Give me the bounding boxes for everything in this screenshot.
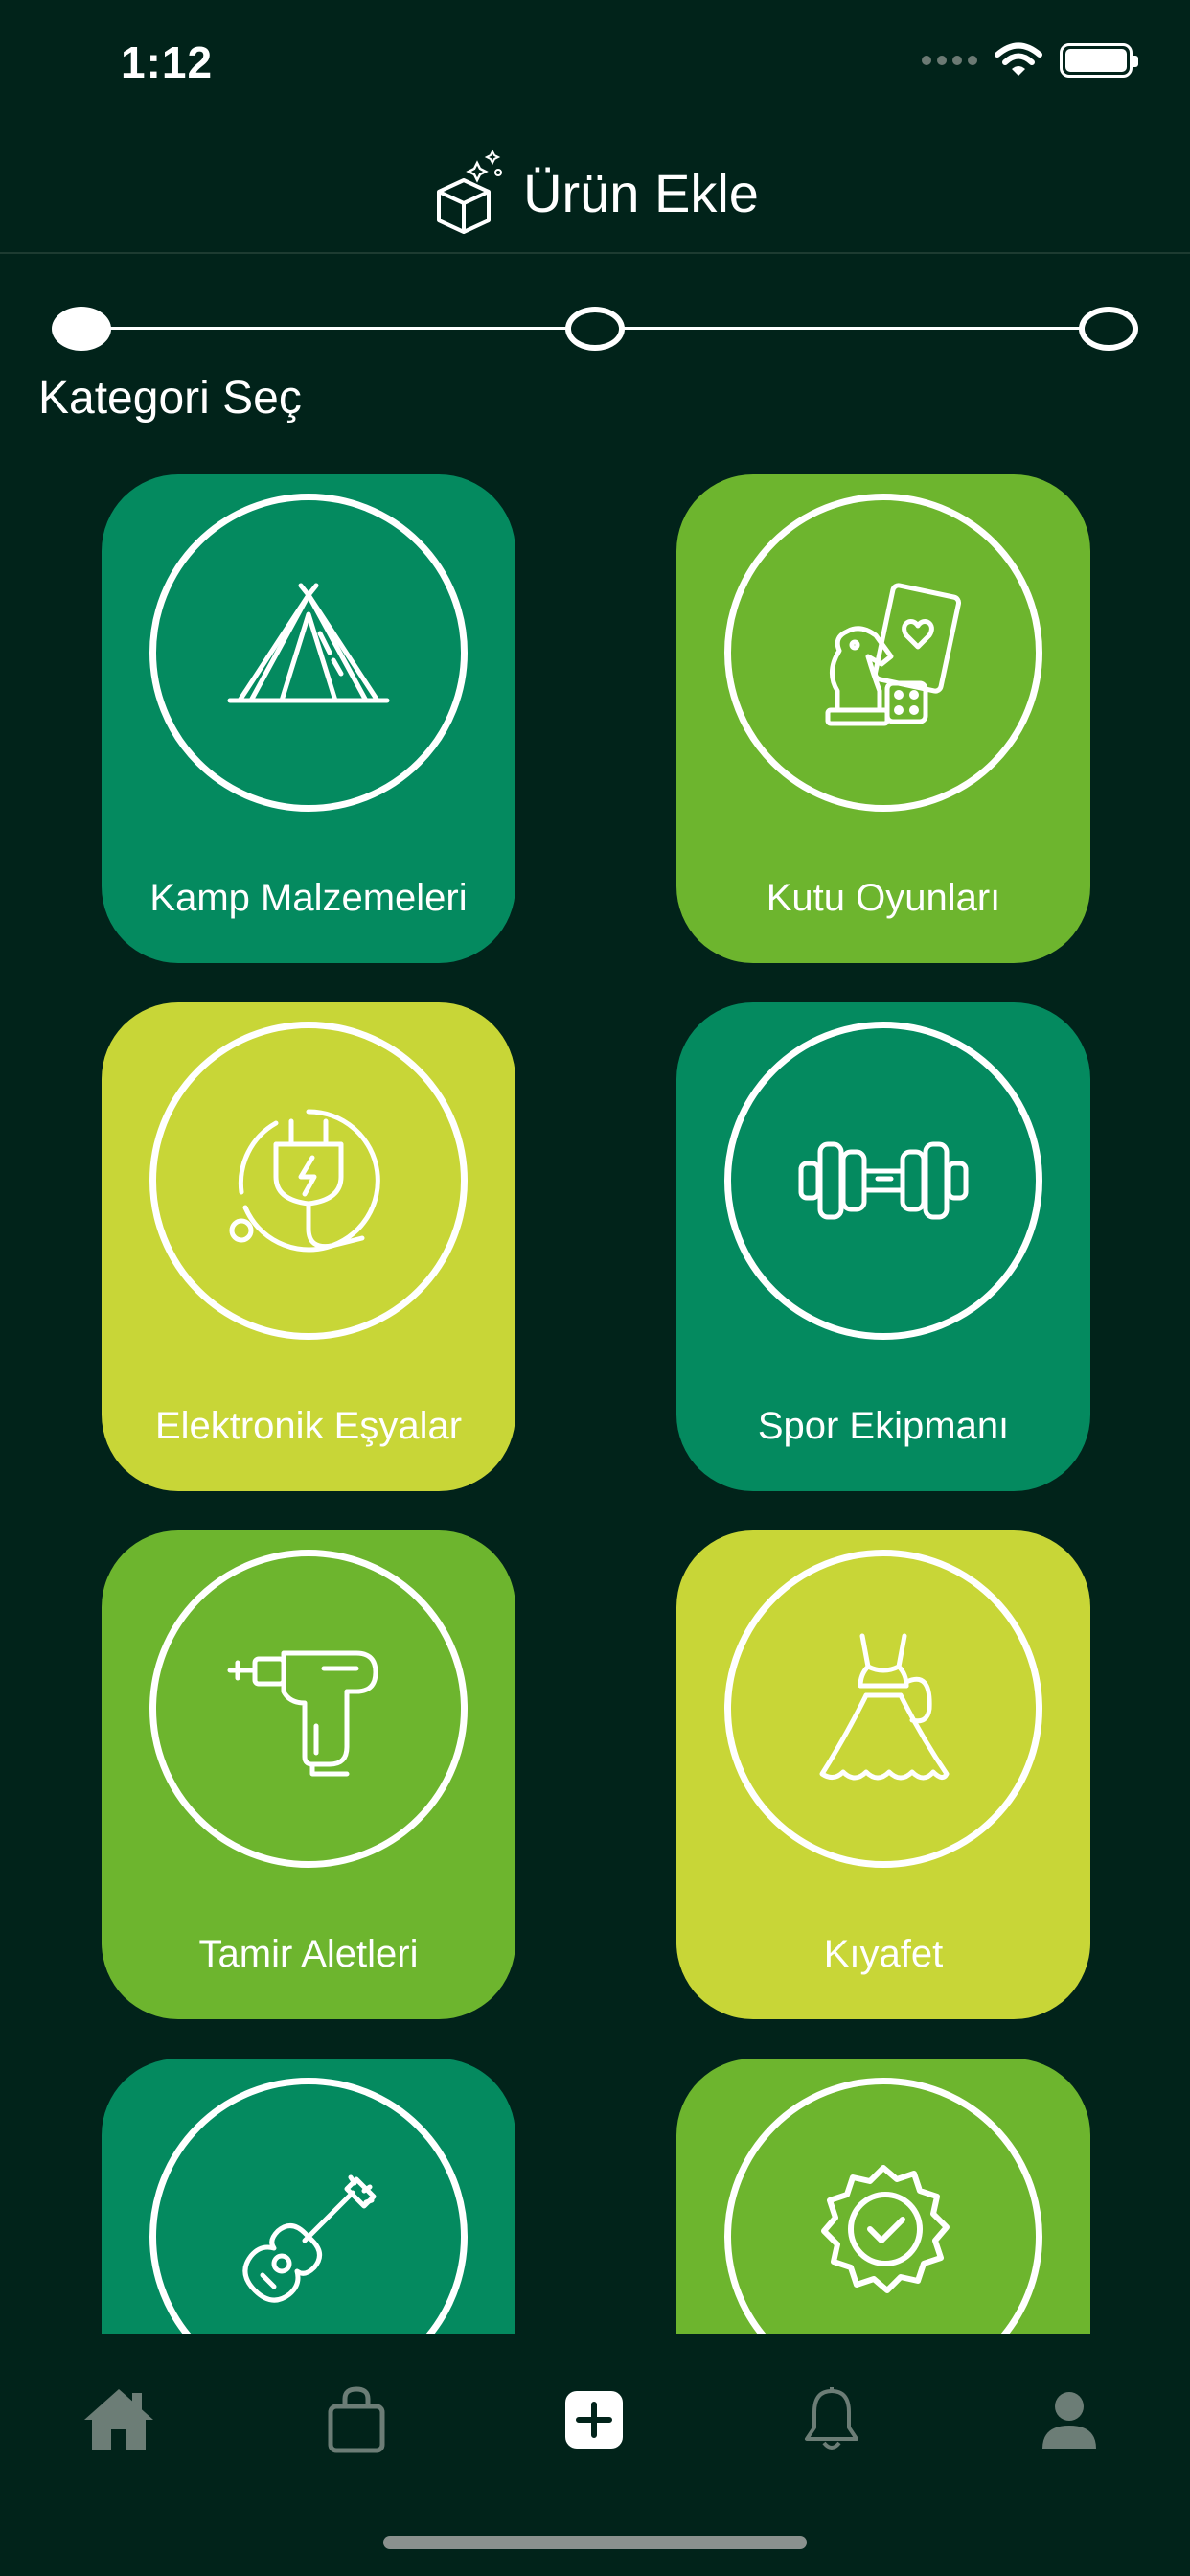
progress-stepper <box>48 299 1140 356</box>
tab-notifications[interactable] <box>784 2372 880 2468</box>
home-icon <box>84 2389 153 2450</box>
status-time: 1:12 <box>121 37 214 87</box>
wifi-icon <box>995 42 1042 76</box>
category-label: Kıyafet <box>823 1933 944 1975</box>
category-label: Kutu Oyunları <box>766 877 1001 919</box>
category-card-clothing[interactable]: Kıyafet <box>676 1530 1090 2019</box>
category-label: Spor Ekipmanı <box>757 1405 1010 1447</box>
category-label: Elektronik Eşyalar <box>154 1405 463 1447</box>
category-icon-circle <box>149 1022 468 1340</box>
tent-icon <box>227 583 390 703</box>
battery-icon <box>1060 43 1138 78</box>
cellular-signal-icon <box>922 56 977 65</box>
category-icon-circle <box>149 494 468 812</box>
status-icons <box>922 42 1138 79</box>
category-icon-circle <box>724 494 1042 812</box>
electric-plug-icon <box>229 1109 380 1253</box>
dress-icon <box>819 1633 950 1781</box>
shopping-bag-icon <box>328 2386 385 2453</box>
home-indicator <box>383 2536 807 2549</box>
status-bar: 1:12 <box>0 0 1190 134</box>
category-card-music[interactable] <box>102 2058 515 2334</box>
category-grid: Kamp Malzemeleri Kutu Oyunları Elektroni… <box>0 470 1190 2334</box>
tab-profile[interactable] <box>1021 2372 1117 2468</box>
category-icon-circle <box>724 1550 1042 1868</box>
bell-icon <box>805 2387 858 2450</box>
tab-home[interactable] <box>71 2372 167 2468</box>
section-title: Kategori Seç <box>38 373 302 424</box>
category-card-repair-tools[interactable]: Tamir Aletleri <box>102 1530 515 2019</box>
tab-bag[interactable] <box>309 2372 404 2468</box>
category-card-electronics[interactable]: Elektronik Eşyalar <box>102 1002 515 1491</box>
category-label: Tamir Aletleri <box>198 1933 419 1975</box>
quality-badge-icon <box>821 2165 950 2293</box>
category-label: Kamp Malzemeleri <box>149 877 468 919</box>
box-sparkle-icon <box>437 149 503 234</box>
category-icon-circle <box>724 1022 1042 1340</box>
category-card-other[interactable] <box>676 2058 1090 2334</box>
drill-icon <box>227 1650 378 1777</box>
tab-add[interactable] <box>546 2372 642 2468</box>
step-2-indicator <box>565 307 625 351</box>
category-icon-circle <box>149 2078 468 2334</box>
step-3-indicator <box>1079 307 1138 351</box>
category-icon-circle <box>149 1550 468 1868</box>
category-card-sports[interactable]: Spor Ekipmanı <box>676 1002 1090 1491</box>
dumbbell-icon <box>798 1141 969 1220</box>
user-icon <box>1042 2392 1096 2449</box>
step-1-indicator <box>52 307 111 351</box>
category-card-board-games[interactable]: Kutu Oyunları <box>676 474 1090 963</box>
plus-icon <box>565 2391 623 2449</box>
page-title: Ürün Ekle <box>523 163 759 223</box>
category-icon-circle <box>724 2078 1042 2334</box>
board-games-icon <box>825 583 962 726</box>
guitar-icon <box>242 2174 377 2303</box>
header: Ürün Ekle <box>0 134 1190 254</box>
category-card-camping[interactable]: Kamp Malzemeleri <box>102 474 515 963</box>
